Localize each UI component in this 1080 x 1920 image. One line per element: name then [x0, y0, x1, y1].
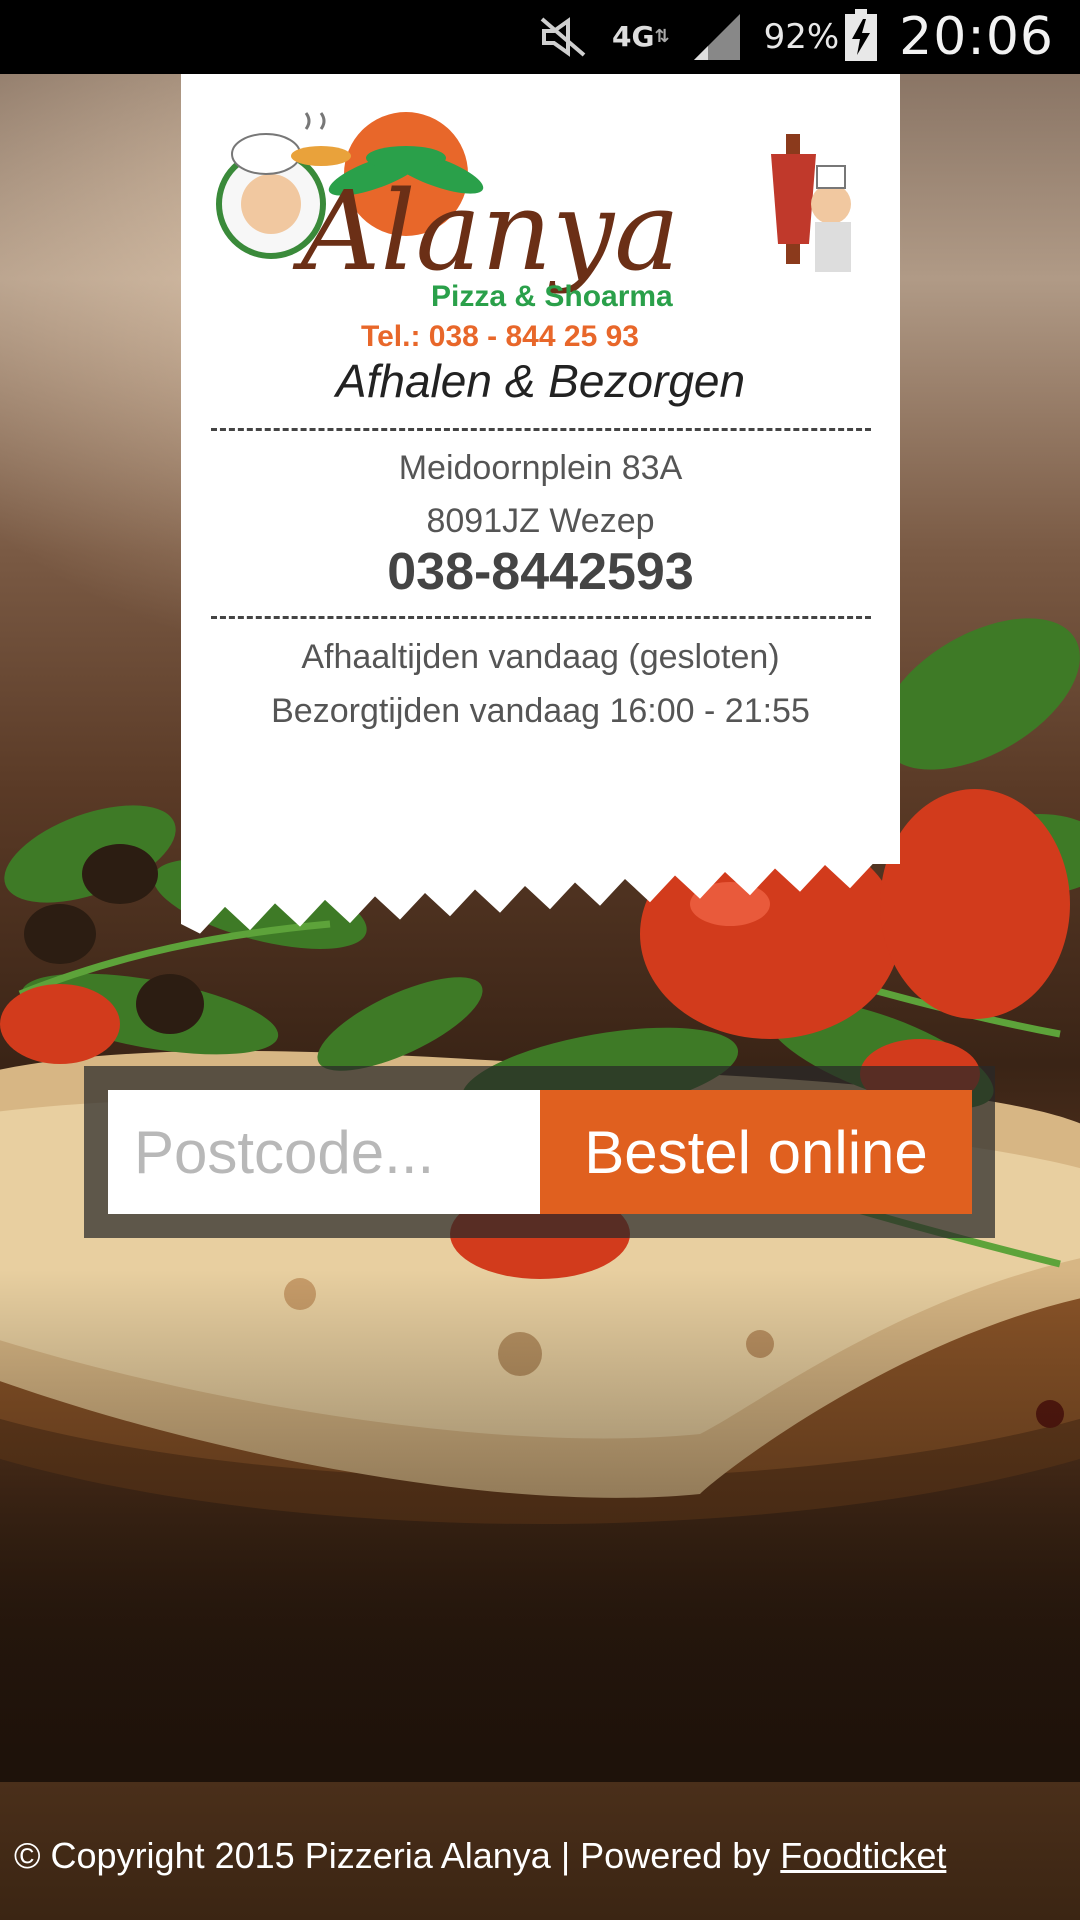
- order-online-button[interactable]: Bestel online: [540, 1090, 972, 1214]
- phone-number-link[interactable]: 038-8442593: [181, 542, 900, 602]
- pickup-hours: Afhaaltijden vandaag (gesloten): [301, 638, 780, 676]
- delivery-hours: Bezorgtijden vandaag 16:00 - 21:55: [271, 692, 810, 730]
- restaurant-logo: Alanya Pizza & Shoarma Tel.: 038 - 844 2…: [211, 94, 871, 354]
- foodticket-link[interactable]: Foodticket: [780, 1835, 946, 1877]
- restaurant-info-receipt: Alanya Pizza & Shoarma Tel.: 038 - 844 2…: [181, 74, 900, 974]
- battery-group: 92%: [764, 9, 878, 65]
- mute-icon: [538, 15, 590, 59]
- address-street: Meidoornplein 83A: [398, 449, 683, 487]
- battery-charging-icon: [845, 9, 878, 65]
- logo-brand-text: Alanya: [292, 167, 680, 295]
- footer: © Copyright 2015 Pizzeria Alanya | Power…: [0, 1782, 1080, 1920]
- order-bar: Bestel online: [84, 1066, 995, 1238]
- logo-tel-text: Tel.: 038 - 844 25 93: [361, 320, 639, 353]
- signal-icon: [692, 12, 742, 62]
- logo-subtitle-text: Pizza & Shoarma: [431, 280, 673, 313]
- postcode-input[interactable]: [108, 1090, 540, 1214]
- dashed-divider: [211, 616, 871, 619]
- chef-shoarma-icon: [771, 134, 851, 272]
- copyright-text: © Copyright 2015 Pizzeria Alanya | Power…: [14, 1835, 781, 1876]
- network-type: 4G: [612, 20, 655, 53]
- tagline: Afhalen & Bezorgen: [335, 355, 746, 407]
- address-city: 8091JZ Wezep: [426, 502, 655, 540]
- clock: 20:06: [899, 7, 1054, 67]
- status-bar: 4G ⇅ 92% 20:06: [0, 0, 1080, 74]
- dashed-divider: [211, 428, 871, 431]
- network-4g-icon: 4G ⇅: [612, 20, 670, 53]
- battery-percent: 92%: [763, 17, 840, 57]
